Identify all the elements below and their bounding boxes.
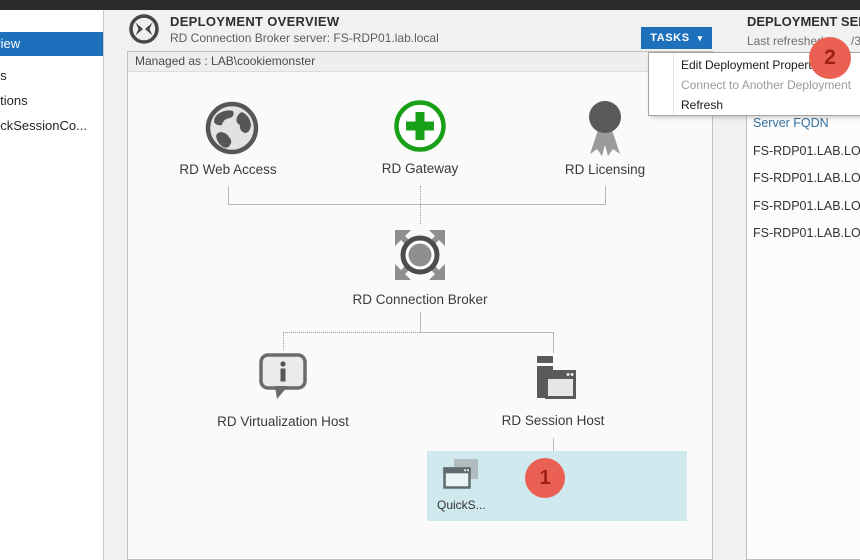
rd-virtualization-host-label: RD Virtualization Host (217, 414, 349, 429)
sidebar-item-collections[interactable]: Collections (0, 89, 103, 113)
rd-session-host-label: RD Session Host (502, 413, 605, 428)
server-row[interactable]: FS-RDP01.LAB.LOCAL (753, 144, 860, 158)
rd-gateway-add-icon[interactable] (392, 98, 448, 154)
server-row[interactable]: FS-RDP01.LAB.LOCAL (753, 171, 860, 185)
server-row[interactable]: FS-RDP01.LAB.LOCAL (753, 226, 860, 240)
session-collection-icon (441, 458, 481, 494)
sidebar-item-label: Overview (0, 32, 20, 56)
tasks-button-label: TASKS (650, 32, 689, 44)
column-header-server-fqdn[interactable]: Server FQDN (753, 116, 829, 130)
connector-line (553, 438, 554, 451)
deployment-servers-title: DEPLOYMENT SERVERS (747, 14, 860, 29)
connector-line-dotted (283, 332, 420, 333)
rd-session-host-icon[interactable] (527, 354, 579, 406)
broker-server-subtitle: RD Connection Broker server: FS-RDP01.la… (170, 31, 439, 45)
sidebar-item-label: QuickSessionCo... (0, 114, 87, 138)
rd-gateway-label: RD Gateway (382, 161, 459, 176)
connector-line-dotted (283, 333, 284, 350)
last-refreshed-text-tail: /3 (851, 34, 860, 48)
rd-virtualization-host-icon[interactable] (256, 352, 310, 402)
deployment-overview-icon (128, 13, 160, 45)
rd-connection-broker-label: RD Connection Broker (352, 292, 487, 307)
quick-session-collection-label: QuickS... (437, 498, 486, 512)
rds-nav-sidebar: Overview Servers Collections QuickSessio… (0, 10, 104, 560)
annotation-badge-2: 2 (809, 37, 851, 79)
rd-web-access-label: RD Web Access (179, 162, 276, 177)
connector-line-dotted (420, 205, 421, 224)
page-title: DEPLOYMENT OVERVIEW (170, 14, 339, 29)
chevron-down-icon: ▾ (698, 33, 703, 44)
connector-line (553, 333, 554, 353)
annotation-badge-1: 1 (525, 458, 565, 498)
menu-item-refresh[interactable]: Refresh (649, 95, 860, 115)
window-top-strip (0, 0, 860, 10)
server-row[interactable]: FS-RDP01.LAB.LOCAL (753, 199, 860, 213)
rd-web-access-icon[interactable] (204, 100, 260, 156)
tasks-button[interactable]: TASKS ▾ (641, 27, 712, 49)
connector-line (228, 186, 229, 204)
managed-as-bar: Managed as : LAB\cookiemonster (128, 52, 712, 72)
sidebar-item-label: Collections (0, 89, 28, 113)
rd-licensing-icon[interactable] (578, 98, 632, 162)
connector-line (605, 186, 606, 204)
rd-licensing-label: RD Licensing (565, 162, 645, 177)
sidebar-item-quicksessioncollection[interactable]: QuickSessionCo... (0, 114, 103, 138)
sidebar-item-servers[interactable]: Servers (0, 64, 103, 88)
connector-line (228, 204, 606, 205)
connector-line (420, 332, 554, 333)
sidebar-item-overview[interactable]: Overview (0, 32, 103, 56)
connector-line-dotted (420, 186, 421, 204)
rd-connection-broker-icon[interactable] (391, 226, 449, 284)
sidebar-item-label: Servers (0, 64, 7, 88)
connector-line (420, 312, 421, 332)
